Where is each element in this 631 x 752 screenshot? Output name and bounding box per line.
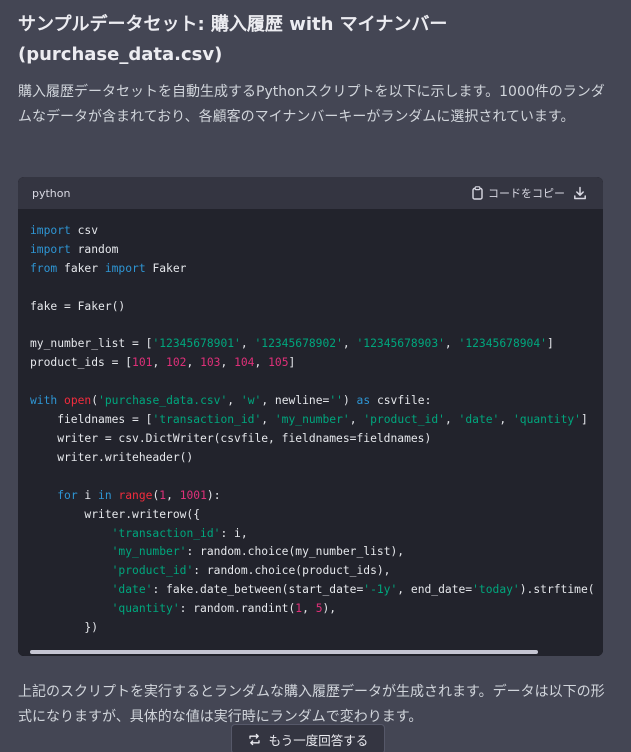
section-heading-line1: サンプルデータセット: 購入履歴 with マイナンバー bbox=[18, 14, 448, 35]
regenerate-label: もう一度回答する bbox=[268, 732, 369, 748]
code-line: my_number_list = ['12345678901', '123456… bbox=[30, 337, 554, 351]
code-line: 'product_id': random.choice(product_ids)… bbox=[111, 564, 391, 578]
clipboard-icon bbox=[472, 186, 483, 200]
code-line: fake = Faker() bbox=[30, 299, 126, 313]
code-line: for i in range(1, 1001): bbox=[57, 488, 221, 502]
code-line: with open('purchase_data.csv', 'w', newl… bbox=[30, 394, 432, 408]
code-block: python コードをコピー import csv import random … bbox=[18, 177, 603, 656]
code-line: writer = csv.DictWriter(csvfile, fieldna… bbox=[30, 431, 432, 445]
copy-code-label: コードをコピー bbox=[488, 187, 565, 200]
code-line: import random bbox=[30, 242, 119, 256]
code-block-header: python コードをコピー bbox=[18, 177, 603, 209]
intro-paragraph: 購入履歴データセットを自動生成するPythonスクリプトを以下に示します。100… bbox=[18, 84, 605, 125]
code-line: 'transaction_id': i, bbox=[111, 526, 248, 540]
code-text: import csv import random from faker impo… bbox=[30, 224, 595, 634]
code-line: writer.writeheader() bbox=[30, 450, 194, 464]
code-body: import csv import random from faker impo… bbox=[18, 209, 603, 656]
download-icon[interactable] bbox=[573, 186, 587, 200]
outro-paragraph: 上記のスクリプトを実行するとランダムな購入履歴データが生成されます。データは以下… bbox=[18, 684, 605, 725]
code-line: writer.writerow({ bbox=[30, 507, 201, 521]
code-line: }) bbox=[30, 621, 99, 635]
code-line: fieldnames = ['transaction_id', 'my_numb… bbox=[30, 413, 588, 427]
code-line: from faker import Faker bbox=[30, 261, 187, 275]
regenerate-icon bbox=[249, 733, 260, 745]
regenerate-button[interactable]: もう一度回答する bbox=[231, 724, 385, 752]
copy-code-button[interactable]: コードをコピー bbox=[471, 185, 565, 201]
chat-response-page: サンプルデータセット: 購入履歴 with マイナンバー (purchase_d… bbox=[0, 0, 631, 752]
section-heading: サンプルデータセット: 購入履歴 with マイナンバー (purchase_d… bbox=[18, 10, 613, 70]
horizontal-scrollbar[interactable] bbox=[30, 650, 538, 654]
code-language-label: python bbox=[32, 186, 71, 200]
code-line: product_ids = [101, 102, 103, 104, 105] bbox=[30, 356, 296, 370]
code-line: import csv bbox=[30, 224, 99, 237]
code-line: 'my_number': random.choice(my_number_lis… bbox=[111, 545, 405, 559]
code-content: import csv import random from faker impo… bbox=[18, 209, 603, 638]
section-heading-line2: (purchase_data.csv) bbox=[18, 44, 223, 65]
code-line: 'date': fake.date_between(start_date='-1… bbox=[111, 583, 595, 597]
code-line: 'quantity': random.randint(1, 5), bbox=[111, 602, 337, 616]
